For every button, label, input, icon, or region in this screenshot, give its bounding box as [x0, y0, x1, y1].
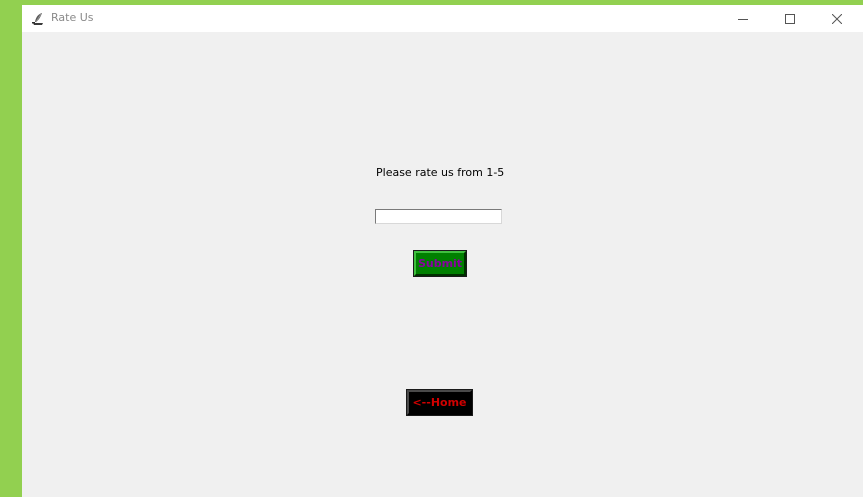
rating-prompt: Please rate us from 1-5: [376, 166, 505, 179]
rating-input[interactable]: [375, 209, 502, 224]
close-button[interactable]: [814, 5, 860, 32]
home-button[interactable]: <--Home: [406, 389, 473, 416]
close-icon: [832, 13, 842, 24]
minimize-icon: [738, 14, 748, 24]
rate-us-window: Rate Us Please rate us from 1-5 Submit <…: [22, 5, 863, 497]
minimize-button[interactable]: [720, 5, 766, 32]
feather-tk-icon: [31, 11, 45, 25]
submit-button[interactable]: Submit: [413, 250, 467, 277]
maximize-button[interactable]: [767, 5, 813, 32]
window-title: Rate Us: [51, 11, 94, 24]
title-bar[interactable]: Rate Us: [22, 5, 863, 32]
maximize-icon: [785, 13, 795, 24]
